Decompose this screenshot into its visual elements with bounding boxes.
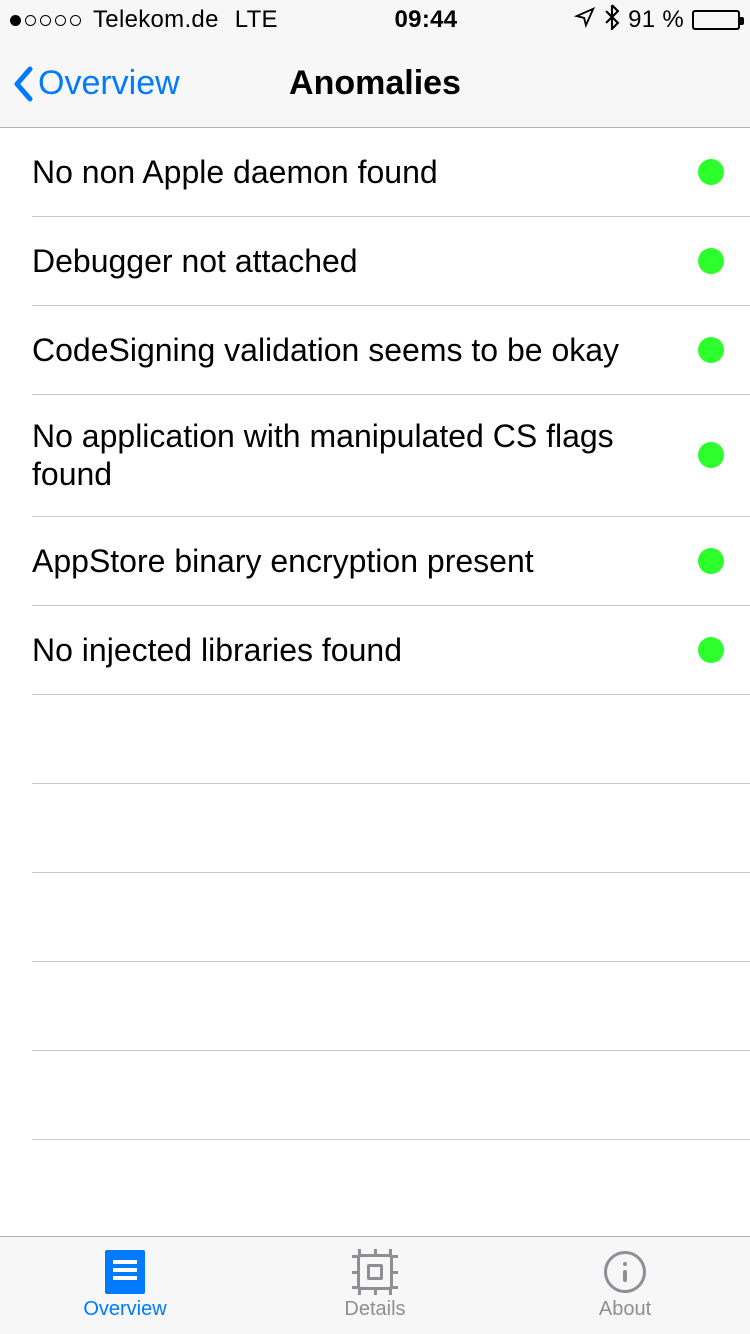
chevron-left-icon — [12, 66, 34, 102]
list-item[interactable]: No application with manipulated CS flags… — [0, 395, 750, 516]
tab-label: Overview — [83, 1298, 166, 1321]
list-item[interactable]: CodeSigning validation seems to be okay — [0, 306, 750, 394]
list-item[interactable]: No injected libraries found — [0, 606, 750, 694]
battery-percent-label: 91 % — [628, 6, 684, 34]
status-ok-icon — [698, 442, 724, 468]
anomalies-list[interactable]: No non Apple daemon found Debugger not at… — [0, 128, 750, 1236]
tab-details[interactable]: Details — [250, 1237, 500, 1334]
tab-overview[interactable]: Overview — [0, 1237, 250, 1334]
bluetooth-icon — [604, 4, 620, 37]
back-button[interactable]: Overview — [12, 64, 180, 103]
location-icon — [574, 6, 596, 35]
list-item-empty — [0, 873, 750, 961]
list-item-empty — [0, 784, 750, 872]
status-left: Telekom.de LTE — [10, 6, 278, 34]
status-right: 91 % — [574, 4, 740, 37]
about-icon — [603, 1250, 647, 1294]
list-item-empty — [0, 962, 750, 1050]
tab-label: Details — [344, 1298, 405, 1321]
list-item-label: No application with manipulated CS flags… — [32, 417, 678, 494]
carrier-label: Telekom.de — [93, 6, 219, 34]
list-item-empty — [0, 695, 750, 783]
status-ok-icon — [698, 548, 724, 574]
tab-about[interactable]: About — [500, 1237, 750, 1334]
list-item-label: No non Apple daemon found — [32, 153, 678, 191]
status-ok-icon — [698, 248, 724, 274]
status-ok-icon — [698, 637, 724, 663]
status-ok-icon — [698, 159, 724, 185]
overview-icon — [103, 1250, 147, 1294]
status-bar: Telekom.de LTE 09:44 91 % — [0, 0, 750, 40]
details-icon — [353, 1250, 397, 1294]
status-ok-icon — [698, 337, 724, 363]
list-item-label: Debugger not attached — [32, 242, 678, 280]
tab-bar: Overview Details About — [0, 1236, 750, 1334]
clock-label: 09:44 — [278, 6, 574, 34]
list-item-empty — [0, 1051, 750, 1139]
separator — [32, 1139, 750, 1140]
network-type-label: LTE — [235, 6, 278, 34]
list-item-label: CodeSigning validation seems to be okay — [32, 331, 678, 369]
nav-bar: Overview Anomalies — [0, 40, 750, 128]
battery-icon — [692, 10, 740, 30]
list-item-label: No injected libraries found — [32, 631, 678, 669]
list-item-label: AppStore binary encryption present — [32, 542, 678, 580]
list-item[interactable]: No non Apple daemon found — [0, 128, 750, 216]
back-label: Overview — [38, 64, 180, 103]
tab-label: About — [599, 1298, 651, 1321]
list-item[interactable]: Debugger not attached — [0, 217, 750, 305]
list-item[interactable]: AppStore binary encryption present — [0, 517, 750, 605]
signal-strength-icon — [10, 15, 81, 26]
